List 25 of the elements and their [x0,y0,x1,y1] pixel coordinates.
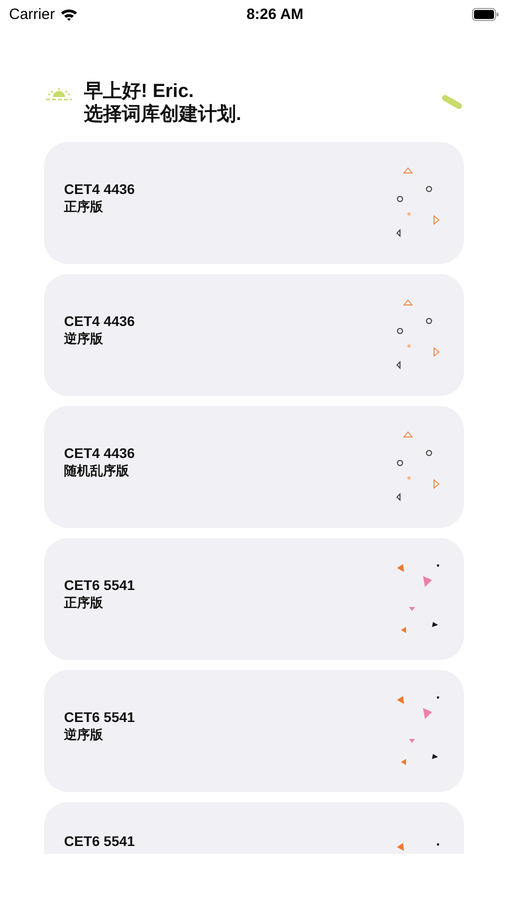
plan-card[interactable]: CET6 5541 正序版 [44,538,464,660]
prompt-text: 选择词库创建计划. [84,103,242,126]
plan-subtitle: 随机乱序版 [64,462,130,480]
plan-subtitle: 逆序版 [64,330,104,348]
sunrise-icon [46,88,72,101]
carrier-label: Carrier [9,6,55,22]
plan-title: CET6 5541 [64,576,135,594]
status-time: 8:26 AM [246,6,304,22]
plan-title: CET4 4436 [64,180,135,198]
plan-card[interactable]: CET6 5541 逆序版 [44,670,464,792]
plan-title: CET6 5541 [64,832,135,850]
plan-card[interactable]: CET4 4436 随机乱序版 [44,406,464,528]
plan-subtitle: 逆序版 [64,726,104,744]
greeting-text: 早上好! Eric. [84,80,195,103]
wifi-icon [60,8,78,20]
plan-title: CET6 5541 [64,708,135,726]
plan-card[interactable]: CET6 5541 [44,802,464,854]
plan-card[interactable]: CET4 4436 正序版 [44,142,464,264]
plan-card[interactable]: CET4 4436 逆序版 [44,274,464,396]
pill-icon [441,94,463,110]
plan-subtitle: 正序版 [64,198,104,216]
plan-subtitle: 正序版 [64,594,104,612]
plan-title: CET4 4436 [64,312,135,330]
plan-title: CET4 4436 [64,444,135,462]
battery-icon [472,8,499,20]
